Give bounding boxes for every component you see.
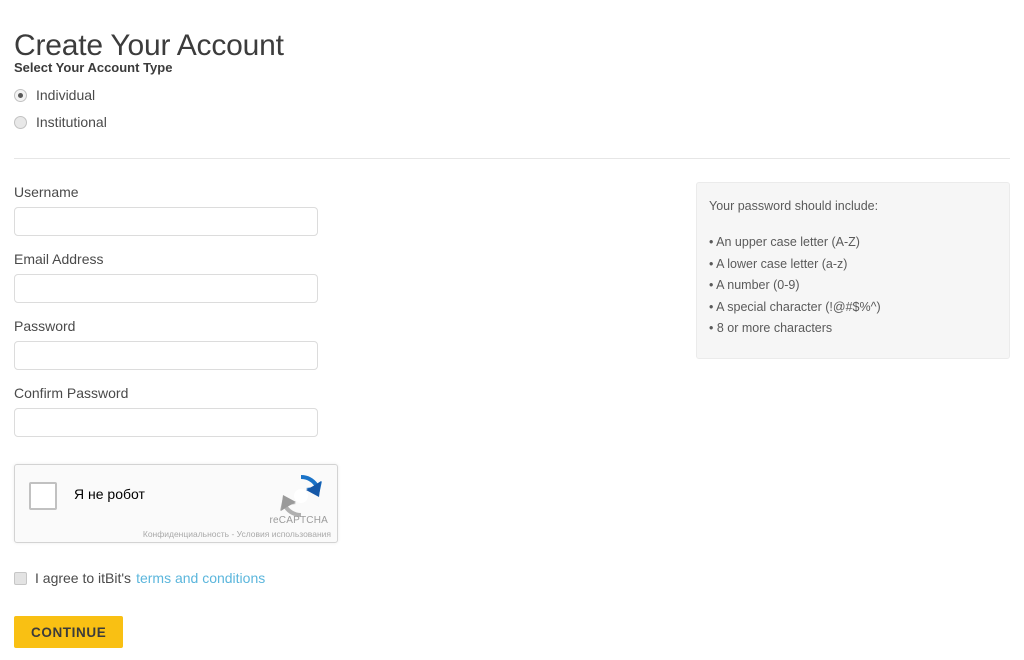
radio-label-institutional: Institutional <box>36 114 107 130</box>
password-label: Password <box>14 318 76 334</box>
radio-option-institutional[interactable]: Institutional <box>14 111 107 133</box>
password-requirements-panel: Your password should include: • An upper… <box>696 182 1010 359</box>
password-requirement-item: • 8 or more characters <box>709 321 833 335</box>
password-input[interactable] <box>14 341 318 370</box>
account-type-radio-group: Individual Institutional <box>14 84 107 138</box>
terms-agreement-row[interactable]: I agree to itBit's terms and conditions <box>14 570 265 586</box>
password-requirement-item: • A special character (!@#$%^) <box>709 299 881 314</box>
recaptcha-brand-label: reCAPTCHA <box>269 515 328 526</box>
password-requirement-item: • A number (0-9) <box>709 278 800 292</box>
password-requirement-item: • An upper case letter (A-Z) <box>709 235 860 249</box>
email-label: Email Address <box>14 251 104 267</box>
radio-option-individual[interactable]: Individual <box>14 84 107 106</box>
signup-form: Username Email Address Password Confirm … <box>14 184 318 452</box>
confirm-password-label: Confirm Password <box>14 385 129 401</box>
username-label: Username <box>14 184 79 200</box>
radio-icon-institutional[interactable] <box>14 115 27 129</box>
account-type-label: Select Your Account Type <box>14 60 173 75</box>
terms-text: I agree to itBit's <box>35 570 132 586</box>
password-requirements-title: Your password should include: <box>709 199 879 213</box>
terms-checkbox[interactable] <box>14 571 27 585</box>
email-input[interactable] <box>14 274 318 303</box>
confirm-password-input[interactable] <box>14 408 318 437</box>
continue-button[interactable]: CONTINUE <box>14 616 124 648</box>
radio-icon-individual[interactable] <box>14 88 27 102</box>
radio-label-individual: Individual <box>36 87 96 103</box>
username-input[interactable] <box>14 207 318 236</box>
terms-and-conditions-link[interactable]: terms and conditions <box>136 570 265 586</box>
recaptcha-fine-print[interactable]: Конфиденциальность - Условия использован… <box>143 529 331 539</box>
signup-page: Create Your Account Select Your Account … <box>0 0 1024 660</box>
recaptcha-widget[interactable]: Я не робот reCAPTCHA Конфиденциальность … <box>14 464 338 543</box>
recaptcha-logo-icon <box>277 473 325 519</box>
section-divider <box>14 158 1010 159</box>
recaptcha-checkbox[interactable] <box>29 482 57 510</box>
recaptcha-label: Я не робот <box>74 486 145 502</box>
password-requirement-item: • A lower case letter (a-z) <box>709 256 848 271</box>
